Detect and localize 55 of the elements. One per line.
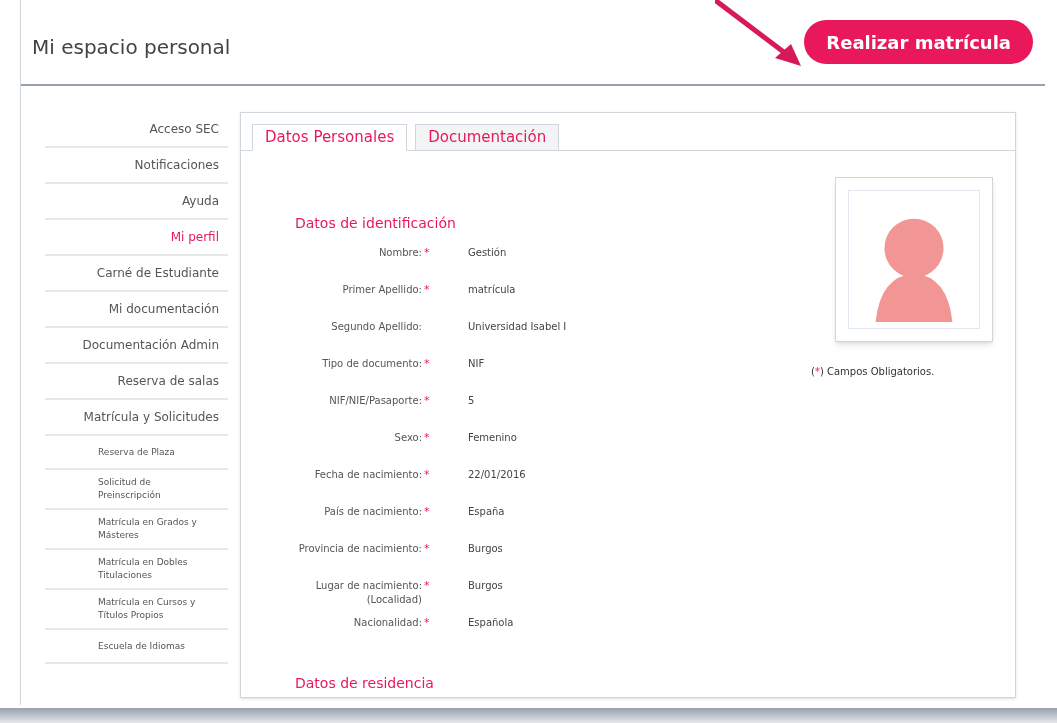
section-title: Datos de residencia [295, 674, 435, 693]
required-mark: * [424, 505, 431, 519]
field-value: Española [468, 616, 514, 630]
sidebar-subitem[interactable]: Escuela de Idiomas [45, 630, 228, 664]
required-mark: * [424, 283, 431, 297]
field-label: Segundo Apellido: [330, 320, 422, 334]
tab[interactable]: Datos Personales [252, 124, 408, 151]
field-label: Sexo: [393, 431, 422, 445]
required-mark: * [424, 616, 431, 630]
sidebar-item[interactable]: Notificaciones [45, 148, 228, 184]
sidebar-item[interactable]: Mi documentación [45, 292, 228, 328]
field-value: Burgos [468, 542, 503, 556]
field-value: Burgos [468, 579, 503, 593]
enroll-button[interactable]: Realizar matrícula [804, 20, 1033, 64]
field-value: matrícula [468, 283, 516, 297]
sidebar-item[interactable]: Matrícula y Solicitudes [45, 400, 228, 436]
required-mark: * [424, 468, 431, 482]
sidebar-subitem[interactable]: Matrícula en Dobles Titulaciones [45, 550, 228, 590]
field-value: NIF [468, 357, 485, 371]
field-label: Primer Apellido: [341, 283, 422, 297]
required-mark: * [424, 394, 431, 408]
sidebar-item[interactable]: Documentación Admin [45, 328, 228, 364]
sidebar-subitem[interactable]: Matrícula en Cursos y Títulos Propios [45, 590, 228, 630]
field-label: Tipo de documento: [321, 357, 422, 371]
field-label: Lugar de nacimiento: (Localidad) [314, 579, 422, 607]
sidebar-item[interactable]: Acceso SEC [45, 112, 228, 148]
page-title: Mi espacio personal [32, 34, 231, 61]
field-value: España [468, 505, 505, 519]
section-title: Datos de identificación [295, 214, 457, 233]
tab[interactable]: Documentación [415, 124, 560, 151]
sidebar-item[interactable]: Carné de Estudiante [45, 256, 228, 292]
required-mark: * [424, 431, 431, 445]
field-value: Femenino [468, 431, 517, 445]
field-value: Gestión [468, 246, 507, 260]
field-label: Provincia de nacimiento: [297, 542, 422, 556]
sidebar-subitem[interactable]: Reserva de Plaza [45, 436, 228, 470]
sidebar-item[interactable]: Ayuda [45, 184, 228, 220]
field-label: NIF/NIE/Pasaporte: [328, 394, 422, 408]
field-label: País de nacimiento: [323, 505, 422, 519]
field-value: Universidad Isabel I [468, 320, 567, 334]
field-label: Nacionalidad: [352, 616, 422, 630]
required-note: (*) Campos Obligatorios. [811, 365, 936, 379]
sidebar-subitem[interactable]: Matrícula en Grados y Másteres [45, 510, 228, 550]
sidebar-item[interactable]: Reserva de salas [45, 364, 228, 400]
avatar-silhouette-icon [848, 190, 980, 329]
field-value: 5 [468, 394, 475, 408]
field-value: 22/01/2016 [468, 468, 526, 482]
required-mark: * [424, 246, 431, 260]
field-label: Nombre: [377, 246, 422, 260]
required-mark: * [424, 542, 431, 556]
field-label: Fecha de nacimiento: [313, 468, 422, 482]
required-mark: * [424, 357, 431, 371]
sidebar-item[interactable]: Mi perfil [45, 220, 228, 256]
required-mark: * [424, 579, 431, 593]
sidebar-subitem[interactable]: Solicitud de Preinscripción [45, 470, 228, 510]
